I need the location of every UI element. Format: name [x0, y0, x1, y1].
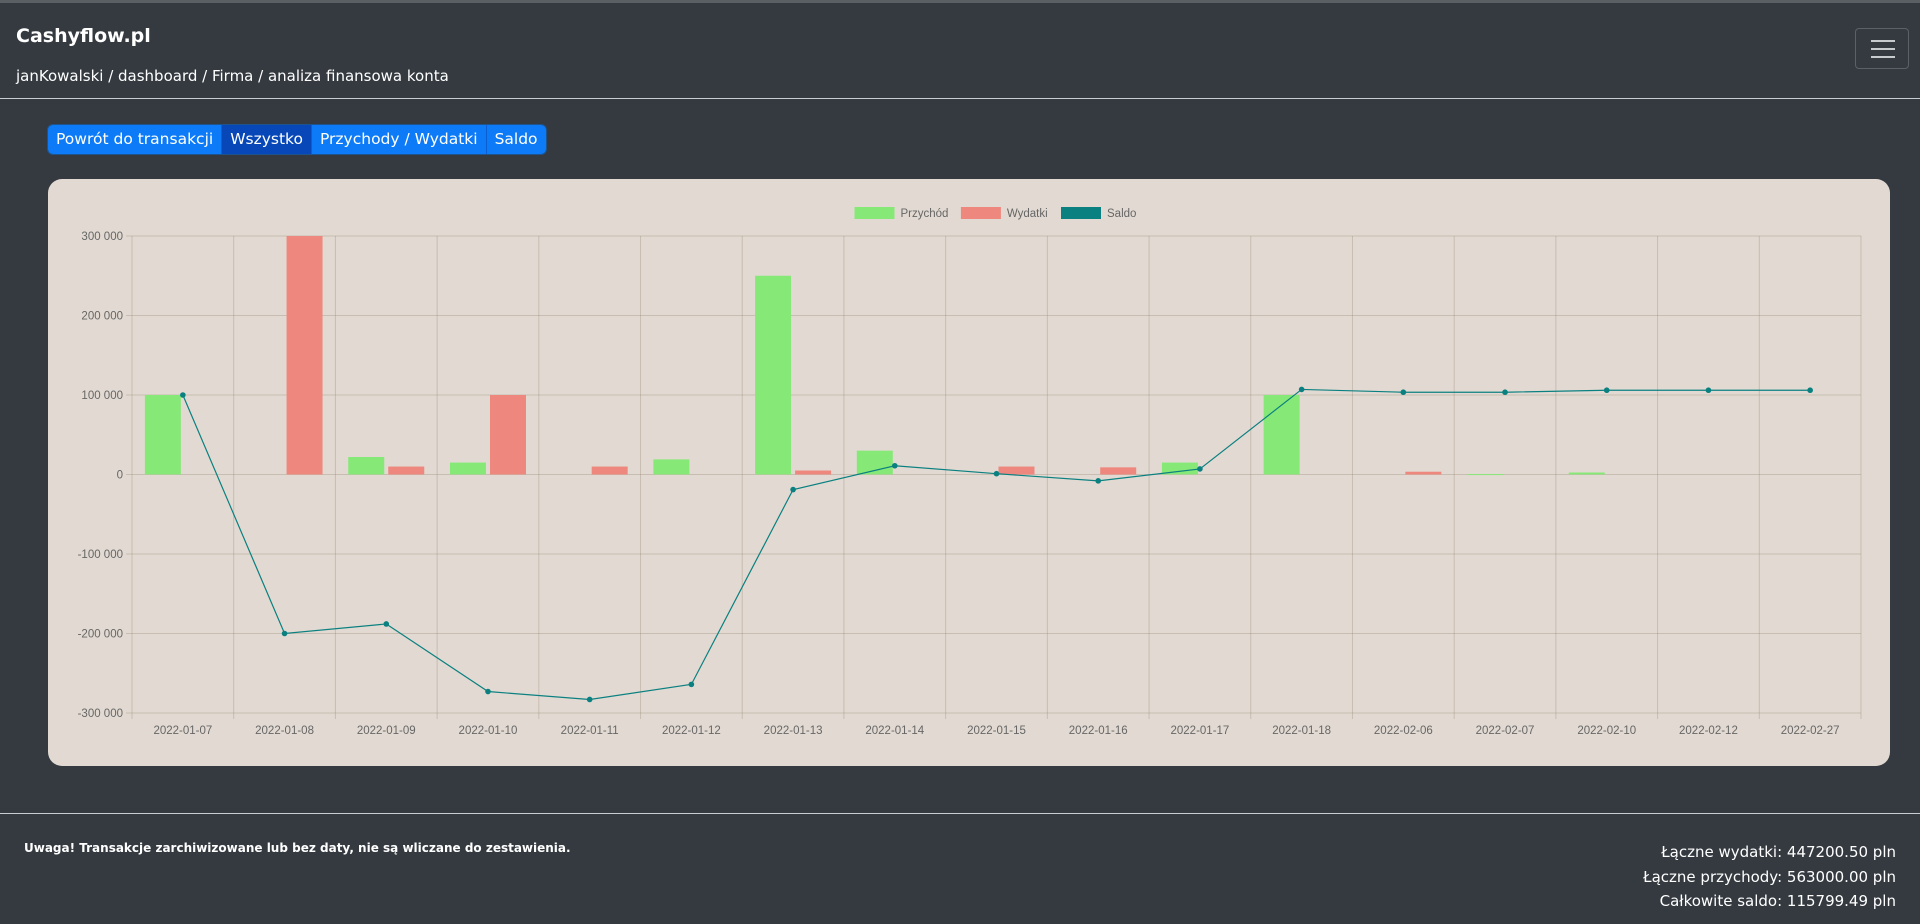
legend-label: Wydatki — [1007, 208, 1048, 220]
income-expenses-view-button[interactable]: Przychody / Wydatki — [311, 125, 487, 154]
x-tick-label: 2022-01-18 — [1272, 725, 1331, 737]
bar-wydatki — [591, 466, 628, 475]
brand-logo[interactable]: Cashyflow.pl — [16, 25, 151, 47]
bar-przychód — [755, 275, 792, 475]
line-saldo — [182, 388, 1811, 701]
bar-wydatki — [1100, 467, 1137, 475]
bar-przychód — [449, 462, 486, 475]
hamburger-icon — [1871, 40, 1895, 42]
x-tick-label: 2022-02-06 — [1374, 725, 1433, 737]
all-view-button[interactable]: Wszystko — [222, 125, 312, 154]
legend-label: Przychód — [901, 208, 949, 220]
chart-card: 300 000 200 000 100 000 0 -100 000 -200 000 -3… — [48, 179, 1890, 766]
bar-przychód — [1467, 474, 1504, 476]
finance-chart: 300 000 200 000 100 000 0 -100 000 -200 000 -3… — [78, 207, 1862, 737]
y-tick-label: 200 000 — [81, 311, 123, 323]
legend-swatch — [1061, 207, 1101, 219]
x-tick-label: 2022-01-11 — [561, 725, 619, 737]
point-saldo — [688, 681, 695, 688]
point-saldo — [1298, 386, 1305, 393]
x-tick-label: 2022-02-12 — [1679, 725, 1738, 737]
point-saldo — [281, 630, 288, 637]
point-saldo — [1502, 389, 1508, 396]
bar-przychód — [1263, 395, 1300, 475]
point-saldo — [1705, 387, 1712, 394]
x-tick-label: 2022-01-12 — [662, 725, 721, 737]
view-button-group: Powrót do transakcji Wszystko Przychody … — [48, 125, 546, 154]
y-tick-label: 100 000 — [81, 390, 123, 402]
y-tick-label: -100 000 — [78, 549, 123, 561]
hamburger-icon — [1871, 56, 1895, 58]
point-saldo — [485, 688, 491, 695]
y-tick-label: 300 000 — [81, 231, 123, 243]
legend-swatch — [960, 207, 1001, 219]
point-saldo — [1095, 478, 1102, 484]
back-to-transactions-button[interactable]: Powrót do transakcji — [48, 125, 223, 154]
point-saldo — [790, 486, 796, 493]
point-saldo — [383, 621, 390, 627]
x-tick-label: 2022-01-08 — [255, 725, 314, 737]
total-expenses: Łączne wydatki: 447200.50 pln — [1661, 843, 1896, 861]
legend-swatch — [854, 207, 895, 219]
x-tick-label: 2022-01-07 — [153, 725, 212, 737]
bar-wydatki — [795, 470, 832, 475]
y-tick-label: 0 — [117, 470, 123, 482]
point-saldo — [1400, 389, 1407, 396]
bar-przychód — [1568, 472, 1605, 475]
bar-przychód — [348, 457, 385, 475]
bar-wydatki — [489, 395, 526, 475]
x-tick-label: 2022-01-15 — [967, 725, 1026, 737]
point-saldo — [891, 462, 898, 469]
point-saldo — [993, 470, 1000, 477]
bar-przychód — [144, 395, 181, 475]
point-saldo — [180, 392, 186, 398]
x-tick-label: 2022-01-10 — [459, 725, 518, 737]
legend-label: Saldo — [1107, 208, 1136, 220]
breadcrumb: janKowalski / dashboard / Firma / analiz… — [16, 67, 449, 85]
bar-wydatki — [286, 236, 323, 475]
point-saldo — [586, 696, 593, 703]
x-tick-label: 2022-01-16 — [1069, 725, 1128, 737]
navbar: Cashyflow.pl janKowalski / dashboard / F… — [0, 3, 1920, 99]
bar-wydatki — [388, 466, 425, 475]
x-tick-label: 2022-02-27 — [1781, 725, 1840, 737]
x-tick-label: 2022-02-10 — [1577, 725, 1636, 737]
point-saldo — [1807, 387, 1813, 394]
bar-wydatki — [998, 466, 1035, 475]
x-tick-label: 2022-01-17 — [1170, 725, 1229, 737]
x-tick-label: 2022-01-09 — [357, 725, 416, 737]
point-saldo — [1197, 466, 1203, 472]
x-tick-label: 2022-01-14 — [865, 725, 924, 737]
balance-view-button[interactable]: Saldo — [486, 125, 546, 154]
totals-summary: Łączne wydatki: 447200.50 pln Łączne prz… — [1643, 840, 1896, 914]
x-tick-label: 2022-01-13 — [764, 725, 823, 737]
footer-divider — [0, 813, 1920, 814]
archive-warning: Uwaga! Transakcje zarchiwizowane lub bez… — [24, 841, 571, 855]
bar-przychód — [653, 459, 690, 475]
total-balance: Całkowite saldo: 115799.49 pln — [1659, 892, 1896, 910]
y-tick-label: -200 000 — [78, 629, 123, 641]
bar-wydatki — [1405, 471, 1442, 475]
y-tick-label: -300 000 — [78, 708, 123, 720]
x-tick-label: 2022-02-07 — [1476, 725, 1535, 737]
menu-toggle-button[interactable] — [1855, 28, 1909, 69]
point-saldo — [1603, 387, 1610, 394]
total-income: Łączne przychody: 563000.00 pln — [1643, 867, 1896, 886]
hamburger-icon — [1871, 48, 1895, 50]
